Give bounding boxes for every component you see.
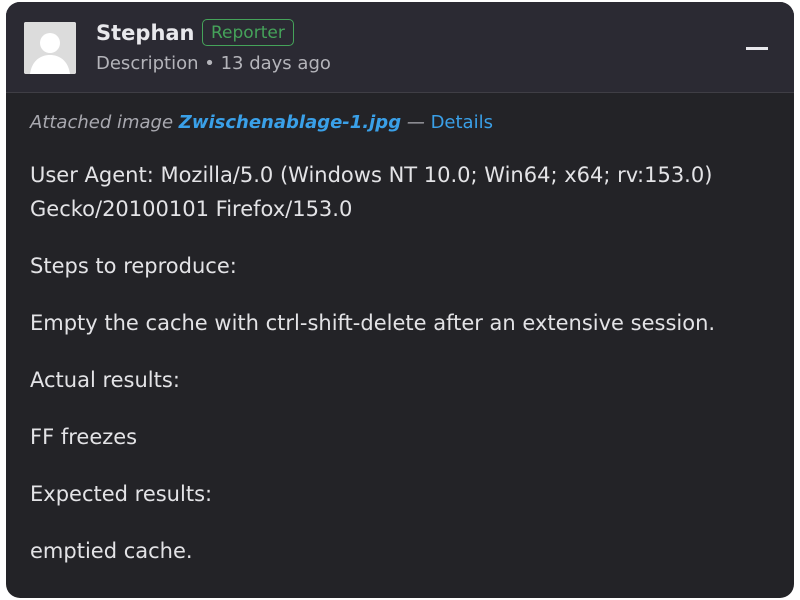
minus-icon (746, 47, 768, 50)
user-placeholder-icon (24, 22, 76, 74)
paragraph-expected-heading: Expected results: (30, 482, 213, 506)
author-name[interactable]: Stephan (96, 19, 195, 47)
paragraph-user-agent: User Agent: Mozilla/5.0 (Windows NT 10.0… (30, 163, 713, 221)
comment-body: Attached image Zwischenablage-1.jpg — De… (30, 110, 770, 591)
paragraph-steps-heading: Steps to reproduce: (30, 254, 237, 278)
paragraph-steps: Empty the cache with ctrl-shift-delete a… (30, 311, 716, 335)
comment-header: Stephan Reporter Description • 13 days a… (6, 2, 794, 93)
paragraph-actual-heading: Actual results: (30, 368, 180, 392)
attachment-separator: — (406, 112, 425, 133)
comment-meta: Description • 13 days ago (96, 53, 331, 74)
paragraph-expected: emptied cache. (30, 539, 193, 563)
paragraph-actual: FF freezes (30, 425, 138, 449)
attachment-file-link[interactable]: Zwischenablage-1.jpg (179, 112, 401, 133)
attachment-details-link[interactable]: Details (431, 112, 493, 133)
collapse-button[interactable] (742, 32, 772, 62)
attachment-prefix: Attached image (30, 112, 174, 133)
attachment-line: Attached image Zwischenablage-1.jpg — De… (30, 110, 770, 136)
avatar[interactable] (24, 22, 76, 74)
comment-card: Stephan Reporter Description • 13 days a… (6, 2, 794, 598)
reporter-badge: Reporter (202, 19, 294, 46)
